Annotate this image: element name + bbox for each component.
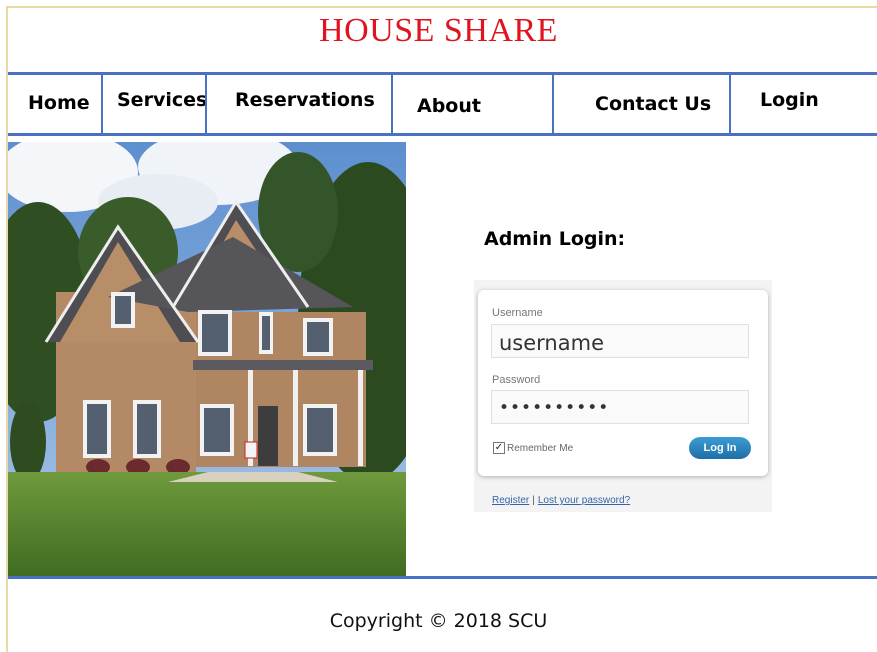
remember-me[interactable]: ✓ Remember Me <box>493 442 573 454</box>
username-label: Username <box>492 307 543 319</box>
username-input[interactable] <box>491 324 749 358</box>
register-link[interactable]: Register <box>492 495 529 506</box>
password-label: Password <box>492 374 541 386</box>
log-in-button[interactable]: Log In <box>689 437 751 459</box>
nav-reservations[interactable]: Reservations <box>205 75 393 133</box>
admin-login-heading: Admin Login: <box>484 228 626 250</box>
nav-reservations-label: Reservations <box>235 89 375 111</box>
nav-home-label: Home <box>28 92 90 114</box>
auth-links: Register | Lost your password? <box>492 495 630 506</box>
password-input[interactable]: •••••••••• <box>491 390 749 424</box>
nav-about[interactable]: About <box>391 75 554 133</box>
nav-login[interactable]: Login <box>729 75 877 133</box>
login-card: Username Password •••••••••• ✓ Remember … <box>478 290 768 476</box>
house-photo <box>8 142 406 578</box>
main-nav: Home Services Reservations About Contact… <box>8 72 877 136</box>
nav-contact-us-label: Contact Us <box>595 93 712 115</box>
link-separator: | <box>532 495 535 506</box>
remember-me-label: Remember Me <box>507 442 574 454</box>
footer-divider <box>8 576 877 579</box>
nav-home[interactable]: Home <box>8 75 103 133</box>
remember-me-checkbox[interactable]: ✓ <box>493 442 505 454</box>
nav-about-label: About <box>417 95 481 117</box>
site-title: HOUSE SHARE <box>319 12 558 49</box>
copyright-text: Copyright © 2018 SCU <box>329 610 548 632</box>
nav-login-label: Login <box>760 89 819 111</box>
nav-services-label: Services <box>117 89 208 111</box>
lost-password-link[interactable]: Lost your password? <box>538 495 630 506</box>
nav-contact-us[interactable]: Contact Us <box>552 75 731 133</box>
nav-services[interactable]: Services <box>101 75 207 133</box>
